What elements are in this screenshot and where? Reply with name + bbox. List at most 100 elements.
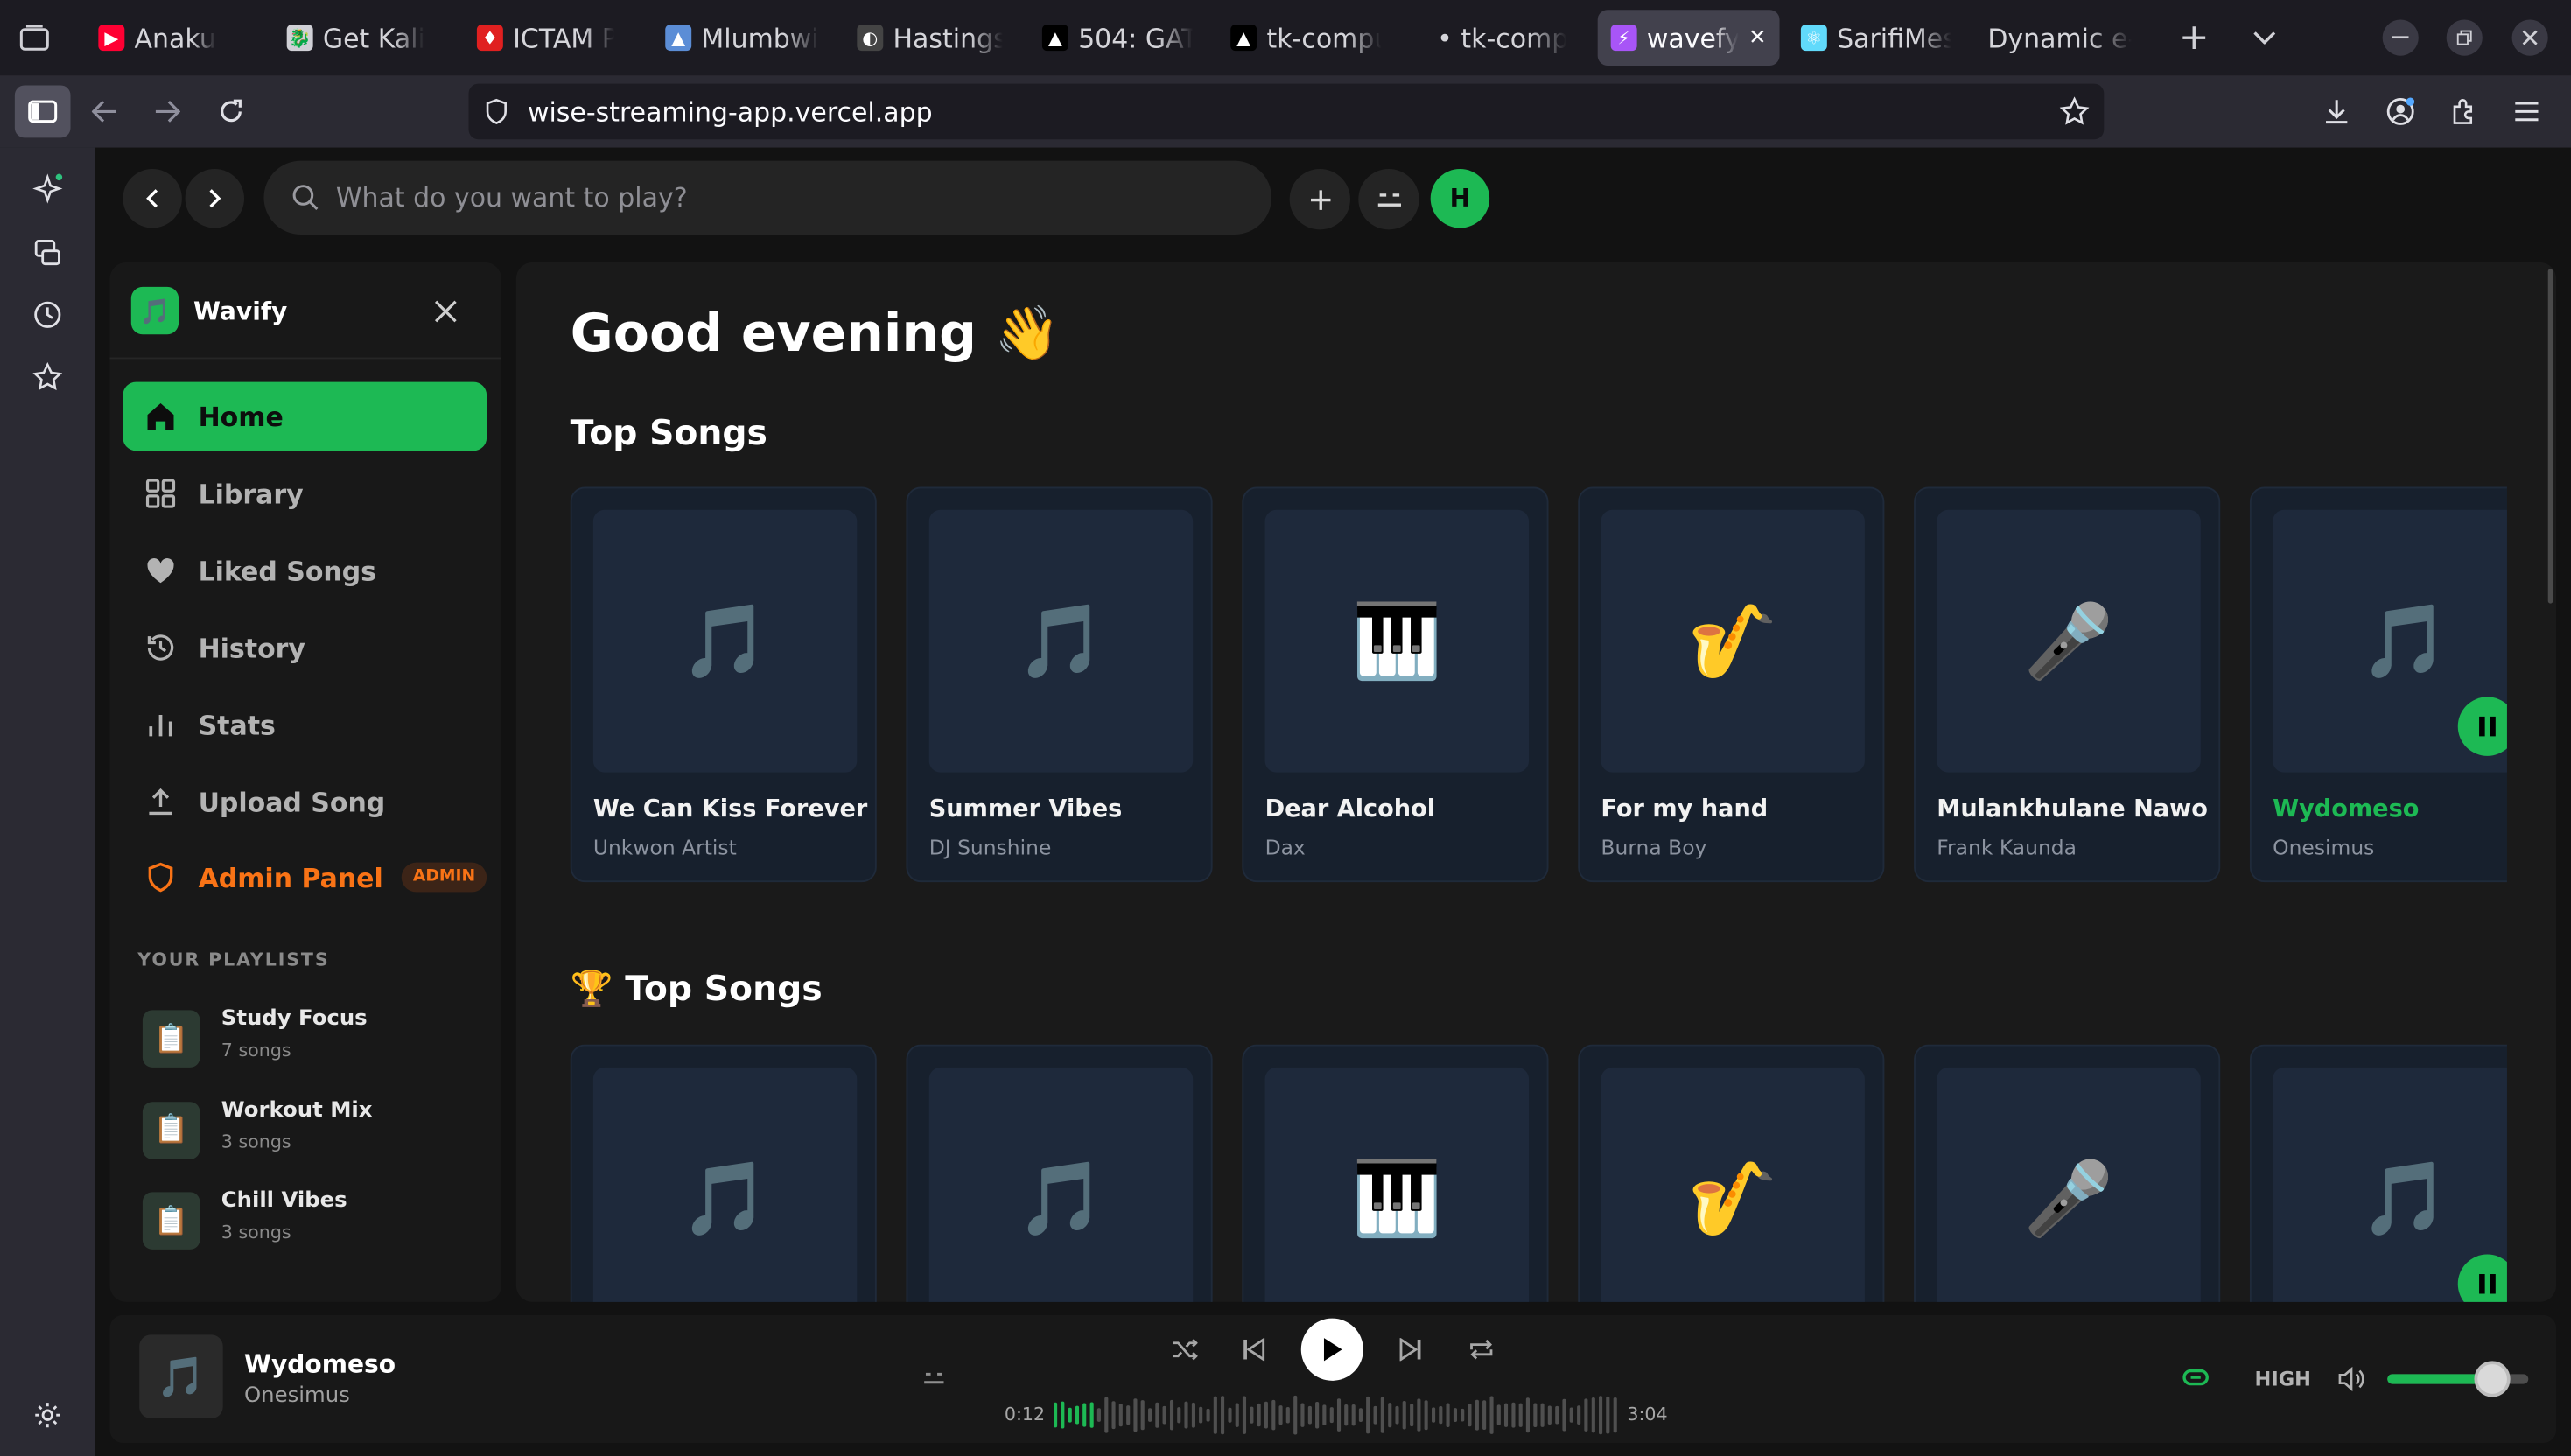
shuffle-icon[interactable] — [1166, 1332, 1202, 1368]
browser-back-icon[interactable] — [87, 94, 123, 130]
song-card[interactable]: 🎷 — [1578, 1044, 1885, 1302]
now-playing-artist[interactable]: Onesimus — [244, 1384, 350, 1409]
volume-slider[interactable] — [2387, 1361, 2529, 1397]
previous-track-icon[interactable] — [1236, 1332, 1271, 1368]
waveform-bar — [1307, 1405, 1312, 1424]
history-clock-icon[interactable] — [30, 297, 66, 332]
song-card[interactable]: 🎵 — [570, 1044, 877, 1302]
app-menu-icon[interactable] — [2511, 95, 2543, 128]
playlist-item[interactable]: 📋 Workout Mix 3 songs — [142, 1098, 470, 1164]
browser-tab-2[interactable]: ♦ ICTAM Po — [464, 10, 627, 66]
sidebar-item-liked-songs[interactable]: Liked Songs — [123, 536, 487, 606]
sidebar-toggle-icon[interactable] — [14, 85, 71, 138]
bookmarks-star-icon[interactable] — [30, 359, 66, 395]
connect-device-button[interactable] — [1358, 169, 1419, 230]
waveform-bar — [1336, 1398, 1342, 1432]
sidebar-item-home[interactable]: Home — [123, 382, 487, 452]
waveform-bar — [1533, 1403, 1538, 1428]
reload-icon[interactable] — [213, 94, 249, 130]
volume-icon[interactable] — [2335, 1362, 2367, 1395]
sidebar-item-label: Home — [198, 401, 284, 432]
browser-tab-4[interactable]: ◐ Hastings2 — [844, 10, 1016, 66]
sidebar-item-admin-panel[interactable]: Admin Panel ADMIN — [123, 843, 487, 912]
song-card[interactable]: 🎵 — [2249, 1044, 2507, 1302]
user-avatar[interactable]: H — [1430, 169, 1490, 228]
song-card[interactable]: 🎤 — [1914, 1044, 2221, 1302]
chevron-right-icon — [209, 189, 221, 208]
sidebar-item-stats[interactable]: Stats — [123, 690, 487, 760]
browser-forward-icon[interactable] — [149, 94, 185, 130]
waveform-bar — [1096, 1408, 1101, 1422]
crossfade-link-icon[interactable] — [2179, 1362, 2211, 1392]
song-card[interactable]: 🎹 — [1242, 1044, 1549, 1302]
song-title: Wydomeso — [2273, 796, 2420, 823]
sidebar-item-history[interactable]: History — [123, 613, 487, 682]
song-card[interactable]: 🎵 We Can Kiss Forever Unkwon Artist — [570, 486, 877, 883]
search-input[interactable] — [335, 182, 1222, 214]
browser-tab-5[interactable]: ▲ 504: GATE — [1029, 10, 1206, 66]
minimize-window-icon[interactable] — [2382, 19, 2419, 56]
song-card[interactable]: 🎤 Mulankhulane Nawo Frank Kaunda — [1914, 486, 2221, 883]
song-card[interactable]: 🎷 For my hand Burna Boy — [1578, 486, 1885, 883]
close-sidebar-button[interactable] — [430, 295, 462, 327]
now-playing-title[interactable]: Wydomeso — [244, 1349, 396, 1379]
waveform-bar — [1177, 1407, 1181, 1424]
account-icon[interactable] — [2384, 95, 2416, 128]
ai-sparkle-icon[interactable] — [30, 171, 66, 206]
browser-tab-3[interactable]: ▲ Mlumbwi — [652, 10, 832, 66]
song-card[interactable]: 🎵 — [906, 1044, 1213, 1302]
waveform-bar — [1417, 1398, 1421, 1432]
sidebar-item-upload-song[interactable]: Upload Song — [123, 767, 487, 836]
settings-gear-icon[interactable] — [30, 1397, 66, 1433]
history-back-button[interactable] — [123, 169, 182, 228]
site-security-shield-icon[interactable] — [482, 97, 512, 127]
search-bar[interactable] — [263, 160, 1272, 234]
song-card[interactable]: 🎵 Wydomeso Onesimus — [2249, 486, 2507, 883]
browser-tab-10[interactable]: Dynamic e-W — [1974, 10, 2147, 66]
bookmark-star-icon[interactable] — [2058, 95, 2091, 128]
repeat-icon[interactable] — [1463, 1332, 1499, 1368]
waveform-bar — [1068, 1407, 1072, 1423]
close-window-icon[interactable] — [2511, 19, 2548, 56]
main-scrollbar[interactable] — [2546, 262, 2556, 1302]
waveform-bar — [1140, 1400, 1145, 1431]
tab-overview-icon[interactable] — [17, 19, 53, 55]
history-forward-button[interactable] — [185, 169, 245, 228]
song-artist: DJ Sunshine — [928, 834, 1052, 859]
volume-knob[interactable] — [2473, 1361, 2510, 1397]
close-tab-icon[interactable]: ✕ — [1748, 25, 1766, 50]
playlist-item[interactable]: 📋 Study Focus 7 songs — [142, 1007, 470, 1073]
sidebar-item-library[interactable]: Library — [123, 459, 487, 528]
tab-title: ICTAM Po — [513, 22, 614, 53]
restore-window-icon[interactable] — [2446, 19, 2483, 56]
song-card[interactable]: 🎵 Summer Vibes DJ Sunshine — [906, 486, 1213, 883]
new-tab-icon[interactable]: + — [2176, 18, 2212, 59]
browser-tab-6[interactable]: ▲ tk-comput — [1217, 10, 1394, 66]
devices-icon — [1377, 192, 1401, 206]
next-track-icon[interactable] — [1393, 1332, 1429, 1368]
browser-tab-0[interactable]: ▶ Anaku — [85, 10, 249, 66]
extensions-puzzle-icon[interactable] — [2448, 95, 2481, 128]
browser-tab-8[interactable]: ⚡ wavefy ✕ — [1597, 10, 1780, 66]
downloads-icon[interactable] — [2320, 95, 2352, 128]
waveform-bar — [1424, 1400, 1428, 1431]
quality-label[interactable]: HIGH — [2255, 1368, 2311, 1390]
song-card[interactable]: 🎹 Dear Alcohol Dax — [1242, 486, 1549, 883]
song-artwork-icon: 🎤 — [1937, 1067, 2201, 1302]
song-title: We Can Kiss Forever — [592, 796, 868, 823]
tab-favicon-icon: ⚛ — [1800, 24, 1827, 52]
create-button[interactable] — [1289, 169, 1350, 230]
synced-tabs-icon[interactable] — [30, 234, 66, 270]
playlist-item[interactable]: 📋 Chill Vibes 3 songs — [142, 1189, 470, 1255]
play-button[interactable] — [1300, 1318, 1363, 1381]
history-icon — [147, 634, 174, 661]
browser-tab-1[interactable]: 🐉 Get Kali | K — [274, 10, 438, 66]
browser-tab-7[interactable]: • tk-comput — [1424, 10, 1580, 66]
waveform-bar — [1221, 1396, 1225, 1435]
browser-tab-9[interactable]: ⚛ SarifiMes — [1788, 10, 1965, 66]
tab-list-chevron-icon[interactable] — [2246, 19, 2282, 55]
scrollbar-thumb[interactable] — [2547, 269, 2553, 604]
device-toggle-icon[interactable] — [921, 1364, 947, 1390]
url-bar[interactable]: wise-streaming-app.vercel.app — [468, 83, 2105, 140]
waveform-progress[interactable] — [1052, 1392, 1619, 1438]
